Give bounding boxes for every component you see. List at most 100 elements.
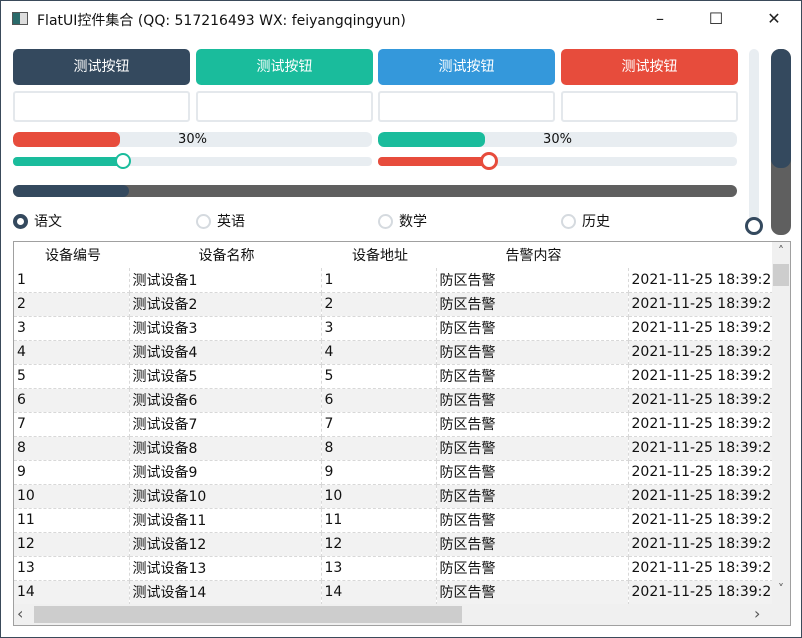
table-cell[interactable]: 防区告警 [436,364,629,389]
table-cell[interactable]: 12 [321,532,437,557]
radio-2[interactable]: 英语 [196,211,245,231]
table-cell[interactable]: 测试设备14 [129,580,322,605]
table-cell[interactable]: 12 [14,532,130,557]
slider-2[interactable] [378,152,737,170]
table-cell[interactable]: 4 [14,340,130,365]
scroll-right-arrow[interactable]: › [754,604,760,623]
table-cell[interactable]: 9 [14,460,130,485]
scroll-left-arrow[interactable]: ‹ [17,604,23,623]
maximize-button[interactable]: ☐ [693,5,739,33]
table-cell[interactable]: 2021-11-25 18:39:2 [628,412,773,437]
slider-1[interactable] [13,153,372,169]
table-cell[interactable]: 测试设备3 [129,316,322,341]
table-cell[interactable]: 5 [321,364,437,389]
table-cell[interactable]: 10 [321,484,437,509]
text-input-1[interactable] [13,91,190,122]
table-cell[interactable]: 测试设备6 [129,388,322,413]
table-cell[interactable]: 测试设备12 [129,532,322,557]
table-row[interactable]: 2 测试设备2 2 防区告警 2021-11-25 18:39:2 [14,292,773,317]
table-cell[interactable]: 测试设备10 [129,484,322,509]
table-row[interactable]: 5 测试设备5 5 防区告警 2021-11-25 18:39:2 [14,364,773,389]
table-row[interactable]: 10 测试设备10 10 防区告警 2021-11-25 18:39:2 [14,484,773,509]
table-cell[interactable]: 防区告警 [436,460,629,485]
slider-handle[interactable] [114,153,131,169]
radio-1[interactable]: 语文 [13,211,62,231]
table-row[interactable]: 11 测试设备11 11 防区告警 2021-11-25 18:39:2 [14,508,773,533]
minimize-button[interactable]: – [637,5,683,33]
scroll-down-arrow[interactable]: ˅ [772,582,790,596]
table-cell[interactable]: 6 [321,388,437,413]
table-cell[interactable]: 13 [14,556,130,581]
table-cell[interactable]: 测试设备8 [129,436,322,461]
table-row[interactable]: 9 测试设备9 9 防区告警 2021-11-25 18:39:2 [14,460,773,485]
horizontal-scrollbar[interactable]: ‹ › [14,604,790,625]
table-cell[interactable]: 2021-11-25 18:39:2 [628,532,773,557]
table-cell[interactable]: 防区告警 [436,388,629,413]
table-cell[interactable]: 2021-11-25 18:39:2 [628,388,773,413]
table-cell[interactable]: 2021-11-25 18:39:2 [628,580,773,605]
table-cell[interactable]: 2021-11-25 18:39:2 [628,508,773,533]
table-row[interactable]: 1 测试设备1 1 防区告警 2021-11-25 18:39:2 [14,268,773,293]
table-cell[interactable]: 防区告警 [436,340,629,365]
vertical-slider-handle[interactable] [745,217,763,235]
table-cell[interactable]: 防区告警 [436,484,629,509]
table-cell[interactable]: 11 [14,508,130,533]
table-cell[interactable]: 8 [321,436,437,461]
column-header[interactable] [628,242,772,268]
table-cell[interactable]: 防区告警 [436,268,629,293]
table-cell[interactable]: 10 [14,484,130,509]
table-cell[interactable]: 1 [321,268,437,293]
table-cell[interactable]: 11 [321,508,437,533]
table-cell[interactable]: 防区告警 [436,556,629,581]
table-cell[interactable]: 测试设备11 [129,508,322,533]
vertical-slider[interactable] [745,49,763,235]
table-cell[interactable]: 8 [14,436,130,461]
table-row[interactable]: 13 测试设备13 13 防区告警 2021-11-25 18:39:2 [14,556,773,581]
table-cell[interactable]: 2021-11-25 18:39:2 [628,556,773,581]
table-cell[interactable]: 2021-11-25 18:39:2 [628,340,773,365]
text-input-4[interactable] [561,91,738,122]
table-cell[interactable]: 防区告警 [436,580,629,605]
table-row[interactable]: 3 测试设备3 3 防区告警 2021-11-25 18:39:2 [14,316,773,341]
table-cell[interactable]: 防区告警 [436,436,629,461]
table-cell[interactable]: 2021-11-25 18:39:2 [628,268,773,293]
table-cell[interactable]: 2021-11-25 18:39:2 [628,436,773,461]
column-header[interactable]: 设备地址 [321,242,436,268]
table-cell[interactable]: 防区告警 [436,412,629,437]
table-cell[interactable]: 测试设备1 [129,268,322,293]
table-cell[interactable]: 测试设备5 [129,364,322,389]
table-cell[interactable]: 测试设备13 [129,556,322,581]
horizontal-scroll-thumb[interactable] [34,606,462,623]
radio-circle-icon[interactable] [378,213,393,229]
text-input-2[interactable] [196,91,373,122]
test-button-2[interactable]: 测试按钮 [196,49,373,85]
table-cell[interactable]: 14 [321,580,437,605]
radio-circle-icon[interactable] [196,213,211,229]
scroll-up-arrow[interactable]: ˄ [772,244,790,258]
column-header[interactable]: 设备名称 [129,242,321,268]
table-cell[interactable]: 7 [321,412,437,437]
table-row[interactable]: 6 测试设备6 6 防区告警 2021-11-25 18:39:2 [14,388,773,413]
table-row[interactable]: 4 测试设备4 4 防区告警 2021-11-25 18:39:2 [14,340,773,365]
table-cell[interactable]: 3 [321,316,437,341]
table-cell[interactable]: 2 [14,292,130,317]
table-cell[interactable]: 13 [321,556,437,581]
table-cell[interactable]: 防区告警 [436,292,629,317]
table-cell[interactable]: 2021-11-25 18:39:2 [628,484,773,509]
table-row[interactable]: 7 测试设备7 7 防区告警 2021-11-25 18:39:2 [14,412,773,437]
table-cell[interactable]: 测试设备7 [129,412,322,437]
table-cell[interactable]: 防区告警 [436,532,629,557]
table-cell[interactable]: 9 [321,460,437,485]
table-row[interactable]: 14 测试设备14 14 防区告警 2021-11-25 18:39:2 [14,580,773,605]
table-cell[interactable]: 测试设备9 [129,460,322,485]
table-cell[interactable]: 2021-11-25 18:39:2 [628,292,773,317]
table-cell[interactable]: 测试设备4 [129,340,322,365]
text-input-3[interactable] [378,91,555,122]
test-button-3[interactable]: 测试按钮 [378,49,555,85]
vertical-scroll-thumb[interactable] [773,264,789,286]
close-button[interactable]: ✕ [751,5,797,33]
test-button-4[interactable]: 测试按钮 [561,49,738,85]
table-cell[interactable]: 5 [14,364,130,389]
table-row[interactable]: 12 测试设备12 12 防区告警 2021-11-25 18:39:2 [14,532,773,557]
table-cell[interactable]: 7 [14,412,130,437]
